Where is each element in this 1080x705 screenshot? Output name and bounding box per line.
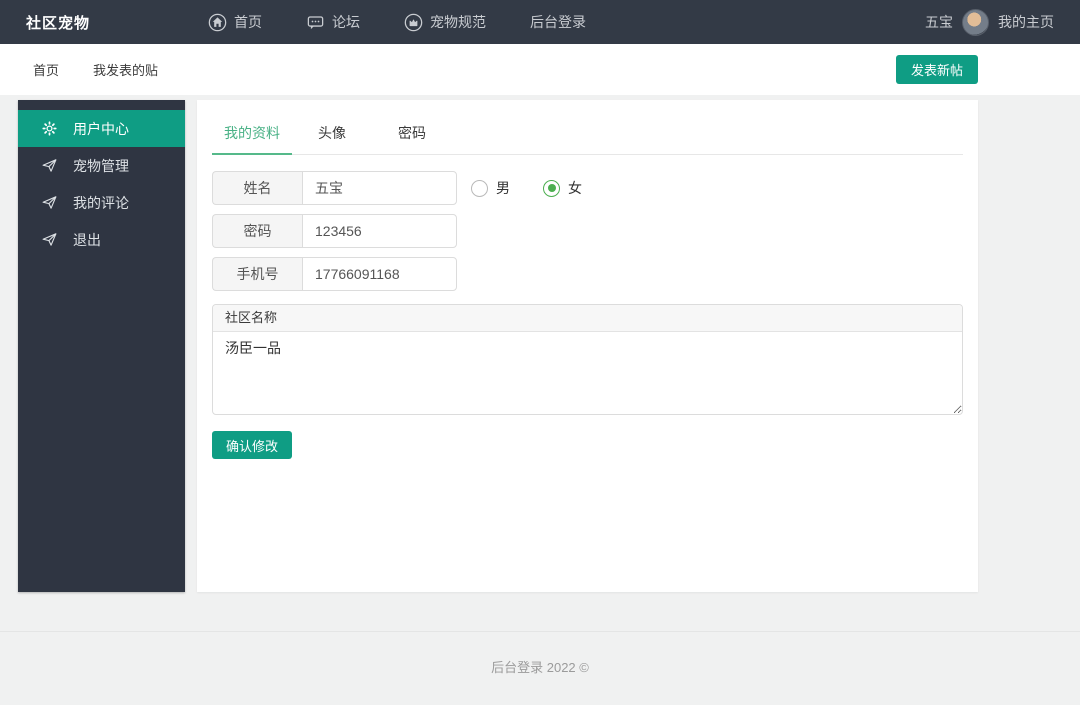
name-input[interactable]: [302, 171, 457, 205]
gear-icon: [41, 120, 58, 137]
username-label: 五宝: [925, 14, 953, 30]
phone-input[interactable]: [302, 257, 457, 291]
nav-item-admin-login[interactable]: 后台登录: [530, 12, 586, 32]
breadcrumb-my-posts[interactable]: 我发表的贴: [93, 60, 158, 79]
profile-tabs: 我的资料 头像 密码: [212, 100, 963, 155]
nav-item-forum[interactable]: 论坛: [306, 12, 360, 32]
sidebar-item-label: 我的评论: [73, 194, 129, 211]
sidebar-item-label: 退出: [73, 231, 101, 248]
tab-avatar[interactable]: 头像: [292, 117, 372, 154]
footer-text: 后台登录 2022 ©: [491, 660, 589, 675]
gender-male-option[interactable]: 男: [471, 178, 510, 198]
breadcrumb-bar: 首页 我发表的贴 发表新帖: [0, 44, 1080, 95]
navbar-user-area: 五宝 我的主页: [925, 8, 1054, 36]
profile-form: 姓名 男 女 密码: [212, 171, 963, 459]
nav-item-pet-rules[interactable]: 宠物规范: [404, 12, 486, 32]
tab-password[interactable]: 密码: [372, 117, 452, 154]
home-icon: [208, 13, 227, 32]
password-row: 密码: [212, 214, 963, 248]
main-panel: 我的资料 头像 密码 姓名 男 女: [197, 100, 978, 592]
new-post-button[interactable]: 发表新帖: [895, 55, 978, 84]
gender-female-option[interactable]: 女: [543, 178, 582, 198]
content-area: 用户中心 宠物管理 我的评论 退出 我的资料 头像 密码 姓名 五宝 男 女 密…: [18, 100, 978, 592]
sidebar-item-logout[interactable]: 退出: [18, 221, 185, 258]
sidebar-item-pet-management[interactable]: 宠物管理: [18, 147, 185, 184]
tab-my-profile[interactable]: 我的资料: [212, 117, 292, 155]
crown-icon: [404, 13, 423, 32]
nav-item-home[interactable]: 首页: [208, 12, 262, 32]
user-avatar[interactable]: [962, 8, 989, 36]
sidebar: 用户中心 宠物管理 我的评论 退出: [18, 100, 185, 592]
name-label: 姓名: [212, 171, 302, 205]
name-row: 姓名 男 女: [212, 171, 963, 205]
community-name-label: 社区名称: [213, 305, 962, 332]
community-name-textarea[interactable]: 汤臣一品: [213, 332, 962, 414]
gender-radio-group: 男 女: [471, 178, 582, 198]
password-label: 密码: [212, 214, 302, 248]
password-input[interactable]: [302, 214, 457, 248]
comment-icon: [306, 13, 325, 32]
phone-input-group: 手机号: [212, 257, 457, 291]
nav-item-label: 宠物规范: [430, 14, 487, 30]
nav-item-label: 首页: [234, 14, 263, 30]
nav-item-label: 后台登录: [530, 14, 587, 30]
breadcrumb-home[interactable]: 首页: [33, 60, 59, 79]
name-input-group: 姓名: [212, 171, 457, 205]
gender-male-label: 男: [496, 180, 510, 196]
phone-row: 手机号: [212, 257, 963, 291]
nav-item-label: 论坛: [332, 14, 361, 30]
send-icon: [41, 231, 58, 248]
community-panel: 社区名称 汤臣一品: [212, 304, 963, 415]
gender-female-label: 女: [568, 180, 582, 196]
confirm-edit-button[interactable]: 确认修改: [212, 431, 293, 459]
radio-female-icon[interactable]: [543, 179, 560, 197]
page-footer: 后台登录 2022 ©: [0, 631, 1080, 676]
password-input-group: 密码: [212, 214, 457, 248]
brand-logo: 社区宠物: [26, 14, 91, 32]
sidebar-item-label: 宠物管理: [73, 157, 129, 174]
sidebar-item-my-comments[interactable]: 我的评论: [18, 184, 185, 221]
top-navbar: 社区宠物 首页 论坛 宠物规范 后台登录 五宝 我的主页: [0, 0, 1080, 44]
send-icon: [41, 157, 58, 174]
sidebar-item-label: 用户中心: [73, 120, 129, 137]
sidebar-item-user-center[interactable]: 用户中心: [18, 110, 185, 147]
radio-male-icon[interactable]: [471, 179, 488, 197]
send-icon: [41, 194, 58, 211]
my-homepage-link[interactable]: 我的主页: [998, 12, 1054, 32]
phone-label: 手机号: [212, 257, 302, 291]
main-nav: 首页 论坛 宠物规范 后台登录: [208, 12, 630, 32]
